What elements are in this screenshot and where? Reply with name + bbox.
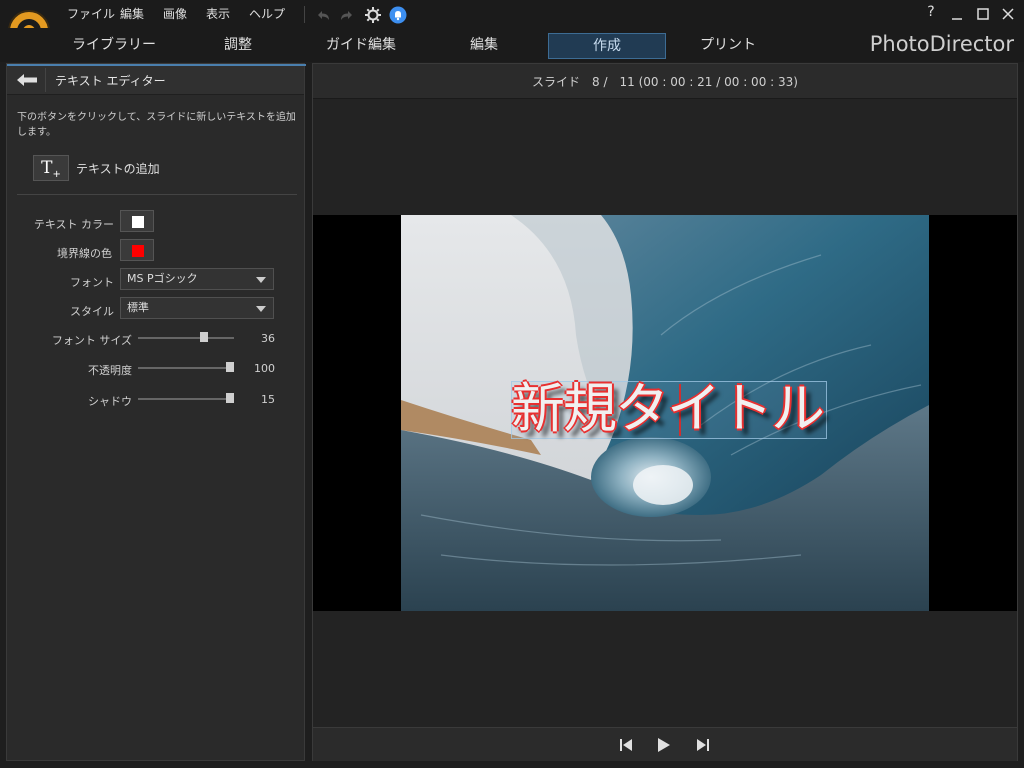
border-color-label: 境界線の色 xyxy=(57,247,112,260)
border-color-chip xyxy=(132,245,144,257)
font-size-slider-handle[interactable] xyxy=(200,332,208,342)
shadow-label: シャドウ xyxy=(88,395,132,408)
panel-divider xyxy=(17,194,297,195)
font-size-slider[interactable] xyxy=(138,337,234,339)
text-editor-panel: テキスト エディター 下のボタンをクリックして、スライドに新しいテキストを追加し… xyxy=(6,63,306,761)
playback-bar xyxy=(313,727,1017,761)
text-color-swatch[interactable] xyxy=(120,210,154,232)
close-icon[interactable] xyxy=(1001,7,1015,21)
menu-image[interactable]: 画像 xyxy=(163,5,187,22)
next-icon[interactable] xyxy=(696,739,710,751)
tab-adjust[interactable]: 調整 xyxy=(200,33,276,57)
slide-title-text[interactable]: 新規タイトル xyxy=(511,378,841,440)
gear-icon[interactable] xyxy=(364,6,382,24)
chevron-down-icon xyxy=(256,277,266,283)
redo-icon[interactable] xyxy=(338,7,356,23)
panel-header: テキスト エディター xyxy=(7,66,304,95)
style-select-value: 標準 xyxy=(127,301,149,314)
chevron-down-icon xyxy=(256,306,266,312)
opacity-value: 100 xyxy=(254,362,275,375)
prev-icon[interactable] xyxy=(619,739,633,751)
undo-icon[interactable] xyxy=(314,7,332,23)
style-label: スタイル xyxy=(70,305,114,318)
notification-icon[interactable] xyxy=(389,6,407,24)
opacity-slider[interactable] xyxy=(138,367,234,369)
opacity-label: 不透明度 xyxy=(88,364,132,377)
slide-info: スライド 8 / 11 (00 : 00 : 21 / 00 : 00 : 33… xyxy=(532,75,798,89)
tab-guided-edit[interactable]: ガイド編集 xyxy=(314,33,408,57)
font-select-value: MS Pゴシック xyxy=(127,272,198,285)
back-button[interactable] xyxy=(9,68,46,92)
preview-panel: スライド 8 / 11 (00 : 00 : 21 / 00 : 00 : 33… xyxy=(312,63,1018,761)
font-label: フォント xyxy=(70,276,114,289)
add-text-label: テキストの追加 xyxy=(76,162,160,176)
menu-help[interactable]: ヘルプ xyxy=(249,5,285,22)
tab-library[interactable]: ライブラリー xyxy=(66,33,162,57)
title-bar xyxy=(0,0,1024,28)
text-add-icon: T xyxy=(41,158,53,178)
font-select[interactable]: MS Pゴシック xyxy=(120,268,274,290)
tab-edit[interactable]: 編集 xyxy=(446,33,522,57)
opacity-slider-handle[interactable] xyxy=(226,362,234,372)
add-text-button[interactable]: T+ xyxy=(33,155,69,181)
preview-header: スライド 8 / 11 (00 : 00 : 21 / 00 : 00 : 33… xyxy=(313,64,1017,99)
menu-file[interactable]: ファイル xyxy=(67,5,115,22)
maximize-icon[interactable] xyxy=(976,7,990,21)
brand-name: PhotoDirector xyxy=(869,32,1014,56)
minimize-icon[interactable] xyxy=(950,8,964,22)
instruction-text: 下のボタンをクリックして、スライドに新しいテキストを追加します。 xyxy=(17,112,296,138)
plus-icon: + xyxy=(52,169,61,180)
menu-divider xyxy=(304,6,305,23)
menu-edit[interactable]: 編集 xyxy=(120,5,144,22)
font-size-value: 36 xyxy=(261,332,275,345)
tab-print[interactable]: プリント xyxy=(690,33,766,57)
shadow-value: 15 xyxy=(261,393,275,406)
back-arrow-icon xyxy=(17,74,37,86)
panel-title: テキスト エディター xyxy=(55,74,166,88)
style-select[interactable]: 標準 xyxy=(120,297,274,319)
text-color-label: テキスト カラー xyxy=(33,218,114,231)
play-icon[interactable] xyxy=(657,738,671,752)
menu-view[interactable]: 表示 xyxy=(206,5,230,22)
text-color-chip xyxy=(132,216,144,228)
help-button[interactable]: ? xyxy=(921,4,941,20)
shadow-slider[interactable] xyxy=(138,398,234,400)
shadow-slider-handle[interactable] xyxy=(226,393,234,403)
font-size-label: フォント サイズ xyxy=(51,334,132,347)
tab-create[interactable]: 作成 xyxy=(548,33,666,59)
border-color-swatch[interactable] xyxy=(120,239,154,261)
